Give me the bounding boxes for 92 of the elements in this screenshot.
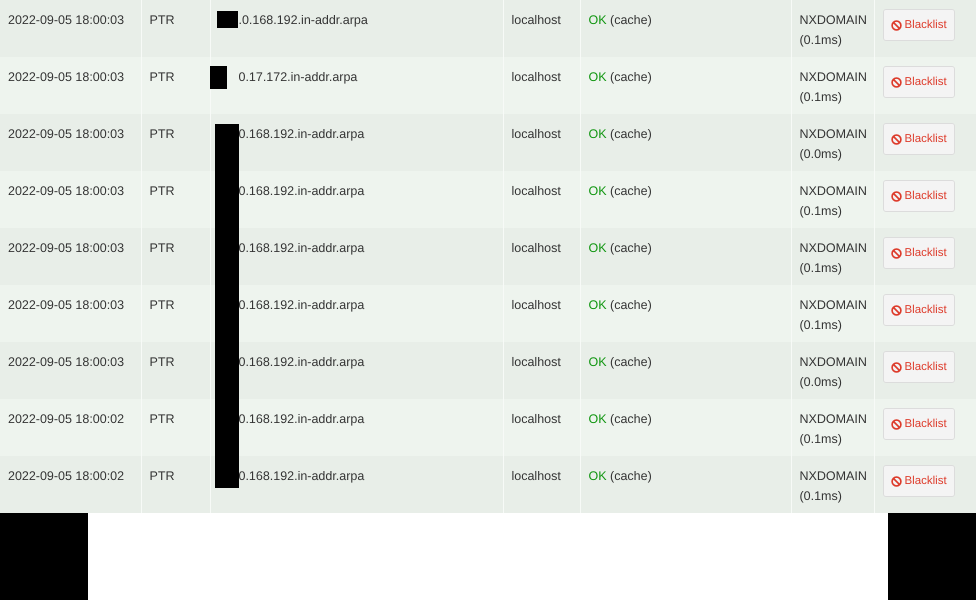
reply-time: (0.1ms) — [800, 32, 843, 49]
table-cell: localhost — [503, 228, 580, 285]
reply-text: NXDOMAIN — [800, 240, 866, 257]
table-cell: PTR — [141, 57, 210, 114]
table-cell: 0.168.192.in-addr.arpa — [210, 228, 503, 285]
table-cell: localhost — [503, 285, 580, 342]
reply-text: NXDOMAIN — [800, 468, 866, 485]
reply-text: NXDOMAIN — [800, 411, 866, 428]
blacklist-button[interactable]: Blacklist — [882, 465, 955, 497]
blacklist-button[interactable]: Blacklist — [882, 123, 955, 155]
reply-time: (0.1ms) — [800, 260, 843, 277]
table-cell: 2022-09-05 18:00:03 — [0, 342, 141, 399]
blacklist-button[interactable]: Blacklist — [882, 180, 955, 212]
table-cell: 2022-09-05 18:00:02 — [0, 456, 141, 513]
reply-time: (0.1ms) — [800, 488, 843, 505]
table-cell: 0.168.192.in-addr.arpa — [210, 342, 503, 399]
status-detail: (cache) — [610, 70, 652, 84]
blacklist-button[interactable]: Blacklist — [882, 9, 955, 41]
table-cell: 0.17.172.in-addr.arpa — [210, 57, 503, 114]
ban-icon — [890, 248, 902, 258]
reply-time: (0.1ms) — [800, 431, 843, 448]
status-text: OK — [588, 13, 607, 27]
table-cell: PTR — [141, 171, 210, 228]
table-cell: localhost — [503, 0, 580, 57]
table-cell: PTR — [141, 342, 210, 399]
reply-time: (0.1ms) — [800, 317, 843, 334]
table-cell: localhost — [503, 114, 580, 171]
reply-time: (0.0ms) — [800, 374, 843, 391]
status-detail: (cache) — [610, 412, 652, 426]
status-text: OK — [588, 298, 607, 312]
table-cell: PTR — [141, 228, 210, 285]
redaction-block — [210, 66, 227, 89]
status-text: OK — [588, 241, 607, 255]
table-cell: 0.168.192.in-addr.arpa — [210, 114, 503, 171]
table-cell: localhost — [503, 171, 580, 228]
table-cell: PTR — [141, 285, 210, 342]
status-text: OK — [588, 355, 607, 369]
ban-icon — [890, 190, 902, 202]
table-cell: localhost — [503, 342, 580, 399]
table-cell: 2022-09-05 18:00:02 — [0, 399, 141, 456]
table-cell: 2022-09-05 18:00:03 — [0, 0, 141, 57]
reply-text: NXDOMAIN — [800, 354, 866, 371]
table-cell: 2022-09-05 18:00:03 — [0, 228, 141, 285]
status-detail: (cache) — [610, 184, 652, 198]
blacklist-button[interactable]: Blacklist — [882, 294, 955, 326]
table-cell: localhost — [503, 456, 580, 513]
table-cell: 2022-09-05 18:00:03 — [0, 285, 141, 342]
blacklist-button[interactable]: Blacklist — [882, 66, 955, 98]
table-cell: 0.168.192.in-addr.arpa — [210, 171, 503, 228]
reply-time: (0.0ms) — [800, 146, 843, 163]
table-cell: 0.168.192.in-addr.arpa — [210, 456, 503, 513]
table-cell: localhost — [503, 57, 580, 114]
table-cell: 0.168.192.in-addr.arpa — [210, 285, 503, 342]
table-cell: 2022-09-05 18:00:03 — [0, 114, 141, 171]
ban-icon — [890, 20, 902, 30]
blacklist-button[interactable]: Blacklist — [882, 408, 955, 440]
table-cell: PTR — [141, 0, 210, 57]
table-cell: localhost — [503, 399, 580, 456]
ban-icon — [890, 476, 902, 486]
reply-text: NXDOMAIN — [800, 69, 866, 86]
ban-icon — [890, 418, 902, 430]
status-text: OK — [588, 184, 607, 198]
table-cell: PTR — [141, 114, 210, 171]
ban-icon — [890, 362, 902, 372]
reply-text: NXDOMAIN — [800, 183, 866, 200]
blacklist-button[interactable]: Blacklist — [882, 351, 955, 383]
blacklist-button[interactable]: Blacklist — [882, 237, 955, 269]
reply-text: NXDOMAIN — [800, 126, 866, 143]
status-text: OK — [588, 127, 607, 141]
status-text: OK — [588, 412, 607, 426]
ban-icon — [890, 304, 902, 316]
status-text: OK — [588, 70, 607, 84]
reply-time: (0.1ms) — [800, 203, 843, 220]
ban-icon — [890, 76, 902, 88]
status-detail: (cache) — [610, 127, 652, 141]
status-detail: (cache) — [610, 355, 652, 369]
redaction-block — [217, 11, 238, 28]
table-cell: PTR — [141, 456, 210, 513]
status-text: OK — [588, 469, 607, 483]
status-detail: (cache) — [610, 298, 652, 312]
table-cell: PTR — [141, 399, 210, 456]
table-cell: 0.168.192.in-addr.arpa — [210, 399, 503, 456]
status-detail: (cache) — [610, 13, 652, 27]
ban-icon — [890, 134, 902, 144]
status-detail: (cache) — [610, 469, 652, 483]
reply-text: NXDOMAIN — [800, 297, 866, 314]
reply-time: (0.1ms) — [800, 89, 843, 106]
status-detail: (cache) — [610, 241, 652, 255]
table-cell: 2022-09-05 18:00:03 — [0, 57, 141, 114]
reply-text: NXDOMAIN — [800, 12, 866, 29]
table-cell: 2022-09-05 18:00:03 — [0, 171, 141, 228]
table-cell: .0.168.192.in-addr.arpa — [210, 0, 503, 57]
